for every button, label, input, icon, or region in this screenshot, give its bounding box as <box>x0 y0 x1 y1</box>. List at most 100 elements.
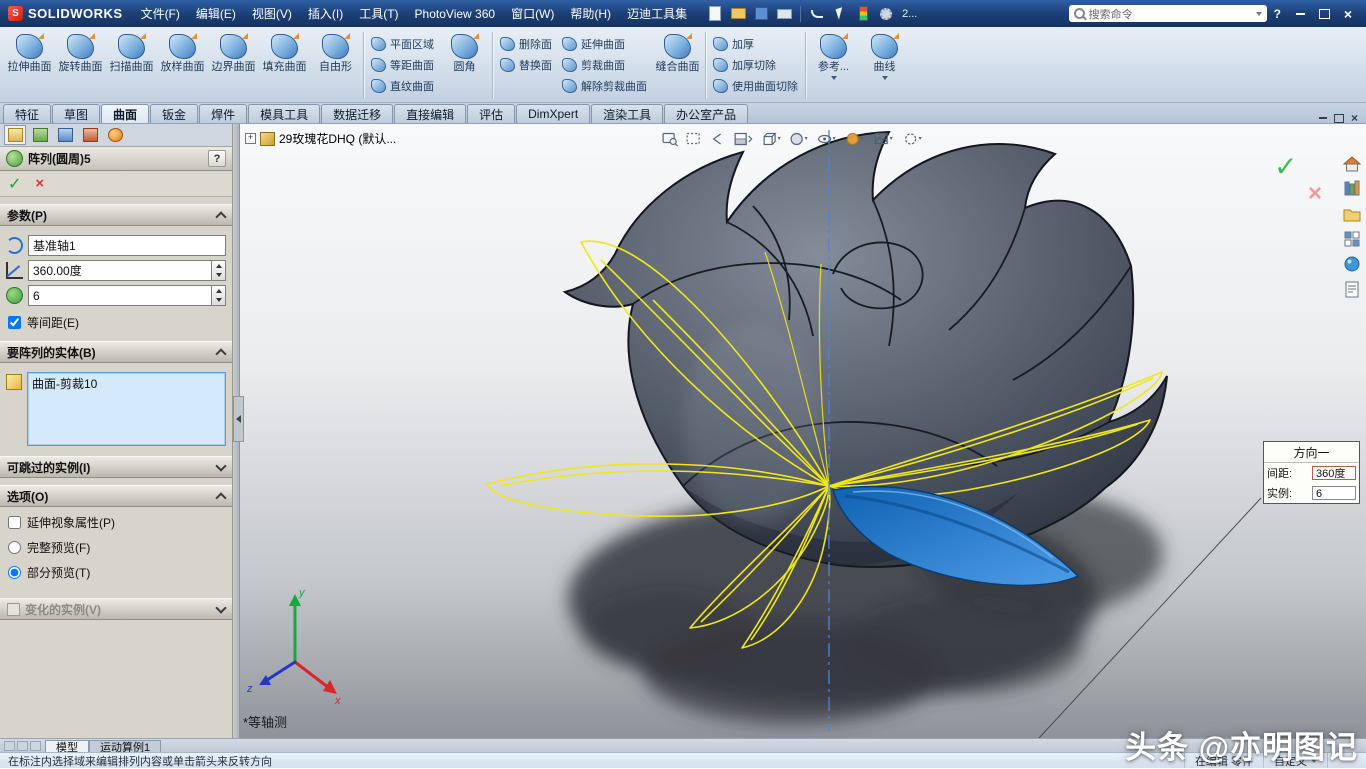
rebuild-icon[interactable] <box>853 5 873 23</box>
tab-property-manager[interactable] <box>29 125 51 145</box>
design-library-icon[interactable] <box>1345 181 1359 195</box>
angle-input[interactable]: 360.00度 <box>28 260 211 281</box>
section-header-skip-instances[interactable]: 可跳过的实例(I) <box>0 456 232 478</box>
undo-icon[interactable] <box>807 5 827 23</box>
zoom-indicator[interactable]: 2... <box>899 8 920 20</box>
feature-tree-root[interactable]: + 29玫瑰花DHQ (默认... <box>245 130 396 147</box>
display-style-icon[interactable] <box>791 134 808 145</box>
doc-minimize-icon[interactable] <box>1319 117 1327 119</box>
command-tab[interactable]: 焊件 <box>199 104 247 123</box>
menu-item[interactable]: 工具(T) <box>351 0 406 27</box>
instances-value-input[interactable]: 6 <box>1312 486 1356 500</box>
menu-item[interactable]: 帮助(H) <box>562 0 619 27</box>
varied-instances-checkbox[interactable] <box>7 603 20 616</box>
menu-item[interactable]: 编辑(E) <box>188 0 244 27</box>
ribbon-button-small[interactable]: 直纹曲面 <box>371 78 434 94</box>
print-icon[interactable] <box>774 5 794 23</box>
angle-spinner[interactable] <box>211 260 226 281</box>
count-spinner[interactable] <box>211 285 226 306</box>
ribbon-button-small[interactable]: 延伸曲面 <box>562 36 647 52</box>
ribbon-button[interactable]: 填充曲面 <box>259 29 310 102</box>
help-icon[interactable]: ? <box>1274 7 1281 21</box>
reference-geometry-button[interactable]: 参考... <box>808 29 859 102</box>
panel-collapse-arrow[interactable] <box>233 396 244 442</box>
pm-ok-button[interactable]: ✓ <box>8 174 21 194</box>
tab-display-manager[interactable] <box>104 125 126 145</box>
tab-scroll-first-icon[interactable] <box>4 741 15 751</box>
pm-help-button[interactable]: ? <box>208 150 226 167</box>
ribbon-button-small[interactable]: 平面区域 <box>371 36 434 52</box>
doc-close-icon[interactable]: × <box>1351 113 1358 123</box>
doc-restore-icon[interactable] <box>1334 114 1344 123</box>
ribbon-button-small[interactable]: 替换面 <box>500 57 552 73</box>
section-view-icon[interactable] <box>735 134 752 145</box>
equal-spacing-checkbox[interactable] <box>8 316 21 329</box>
ribbon-button-small[interactable]: 等距曲面 <box>371 57 434 73</box>
confirm-ok-icon[interactable]: ✓ <box>1274 154 1322 180</box>
open-document-icon[interactable] <box>728 5 748 23</box>
command-search-input[interactable]: 搜索命令 <box>1069 5 1267 22</box>
custom-properties-icon[interactable] <box>1346 282 1358 297</box>
spacing-value-input[interactable]: 360度 <box>1312 466 1356 480</box>
view-orientation-icon[interactable] <box>764 134 781 145</box>
menu-item[interactable]: PhotoView 360 <box>407 0 504 27</box>
command-tab[interactable]: 钣金 <box>150 104 198 123</box>
graphics-area[interactable]: y x z + 29玫瑰花DHQ (默认... <box>233 124 1366 739</box>
selected-body-item[interactable]: 曲面-剪裁10 <box>32 375 221 392</box>
menu-item[interactable]: 插入(I) <box>300 0 351 27</box>
tab-scroll-right-icon[interactable] <box>30 741 41 751</box>
command-tab[interactable]: 草图 <box>52 104 100 123</box>
pm-cancel-button[interactable]: × <box>35 175 44 192</box>
select-cursor-icon[interactable] <box>830 5 850 23</box>
previous-view-icon[interactable] <box>713 134 720 144</box>
new-document-icon[interactable] <box>705 5 725 23</box>
instance-count-input[interactable]: 6 <box>28 285 211 306</box>
knit-surface-button[interactable]: 缝合曲面 <box>652 29 703 102</box>
ribbon-button[interactable]: 边界曲面 <box>208 29 259 102</box>
ribbon-button-small[interactable]: 解除剪裁曲面 <box>562 78 647 94</box>
ribbon-button[interactable]: 自由形 <box>310 29 361 102</box>
view-palette-icon[interactable] <box>1345 232 1359 246</box>
ribbon-button-small[interactable]: 剪裁曲面 <box>562 57 647 73</box>
zoom-fit-icon[interactable] <box>663 134 678 147</box>
tab-configuration-manager[interactable] <box>54 125 76 145</box>
zoom-area-icon[interactable] <box>687 134 699 144</box>
file-explorer-icon[interactable] <box>1344 210 1360 221</box>
pattern-axis-input[interactable]: 基准轴1 <box>28 235 226 256</box>
command-tab[interactable]: 评估 <box>467 104 515 123</box>
ribbon-button-small[interactable]: 使用曲面切除 <box>713 78 798 94</box>
resources-home-icon[interactable] <box>1344 157 1360 171</box>
command-tab[interactable]: 模具工具 <box>248 104 320 123</box>
propagate-visual-checkbox[interactable] <box>8 516 21 529</box>
ribbon-button-small[interactable]: 删除面 <box>500 36 552 52</box>
minimize-button[interactable] <box>1288 5 1312 23</box>
command-tab[interactable]: 曲面 <box>101 104 149 123</box>
edit-appearance-icon[interactable] <box>847 134 864 145</box>
section-header-bodies[interactable]: 要阵列的实体(B) <box>0 341 232 363</box>
fillet-button[interactable]: 圆角 <box>439 29 490 102</box>
maximize-button[interactable] <box>1312 5 1336 23</box>
menu-item[interactable]: 文件(F) <box>133 0 188 27</box>
menu-item[interactable]: 视图(V) <box>244 0 300 27</box>
tab-scroll-left-icon[interactable] <box>17 741 28 751</box>
apply-scene-icon[interactable] <box>875 134 893 144</box>
command-tab[interactable]: 直接编辑 <box>394 104 466 123</box>
section-header-varied-instances[interactable]: 变化的实例(V) <box>0 598 232 620</box>
section-header-options[interactable]: 选项(O) <box>0 485 232 507</box>
tab-feature-manager[interactable] <box>4 125 26 145</box>
ribbon-button[interactable]: 拉伸曲面 <box>4 29 55 102</box>
close-button[interactable]: × <box>1336 5 1360 23</box>
ribbon-button[interactable]: 旋转曲面 <box>55 29 106 102</box>
tab-dimxpert-manager[interactable] <box>79 125 101 145</box>
ribbon-button[interactable]: 扫描曲面 <box>106 29 157 102</box>
command-tab[interactable]: 特征 <box>3 104 51 123</box>
menu-item[interactable]: 迈迪工具集 <box>619 0 695 27</box>
full-preview-radio[interactable] <box>8 541 21 554</box>
confirm-cancel-icon[interactable]: × <box>1308 184 1322 204</box>
section-header-parameters[interactable]: 参数(P) <box>0 204 232 226</box>
appearances-scenes-icon[interactable] <box>1345 257 1359 271</box>
command-tab[interactable]: 办公室产品 <box>664 104 748 123</box>
ribbon-button-small[interactable]: 加厚 <box>713 36 798 52</box>
command-tab[interactable]: 渲染工具 <box>591 104 663 123</box>
tree-expand-icon[interactable]: + <box>245 133 256 144</box>
